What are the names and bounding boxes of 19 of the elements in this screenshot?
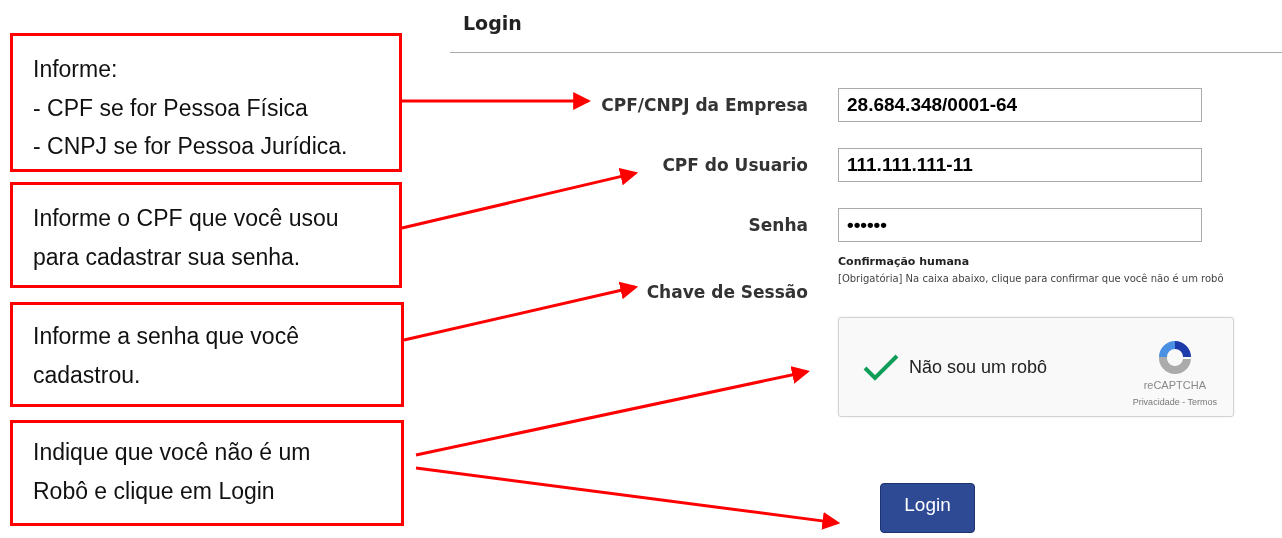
checkmark-icon xyxy=(862,352,900,382)
field-label: CPF do Usuario xyxy=(662,155,808,175)
captcha-brand: reCAPTCHA xyxy=(1143,379,1206,391)
callout-text: Informe: - CPF se for Pessoa Física - CNPJ se for Pessoa Jurídica. xyxy=(10,33,402,172)
captcha-links[interactable]: Privacidade - Termos xyxy=(1132,397,1217,407)
captcha-label: Não sou um robô xyxy=(909,356,1049,378)
callout-text: Indique que você não é um Robô e clique em Login xyxy=(10,420,404,526)
page-title: Login xyxy=(463,12,522,34)
input-field[interactable]: 28.684.348/0001-64 xyxy=(838,88,1202,122)
callout-text: Informe a senha que você cadastrou. xyxy=(10,302,404,407)
login-button[interactable]: Login xyxy=(880,483,975,533)
field-label: CPF/CNPJ da Empresa xyxy=(601,95,808,115)
captcha-instruction: [Obrigatória] Na caixa abaixo, clique para confirmar que você não é um robô xyxy=(838,272,1225,286)
captcha-heading: Confirmação humana xyxy=(838,254,971,270)
field-label: Senha xyxy=(748,215,808,235)
field-label: Chave de Sessão xyxy=(646,282,808,302)
callout-text: Informe o CPF que você usou para cadastrar sua senha. xyxy=(10,182,402,288)
input-field[interactable]: 111.111.111-11 xyxy=(838,148,1202,182)
input-field[interactable]: •••••• xyxy=(838,208,1202,242)
